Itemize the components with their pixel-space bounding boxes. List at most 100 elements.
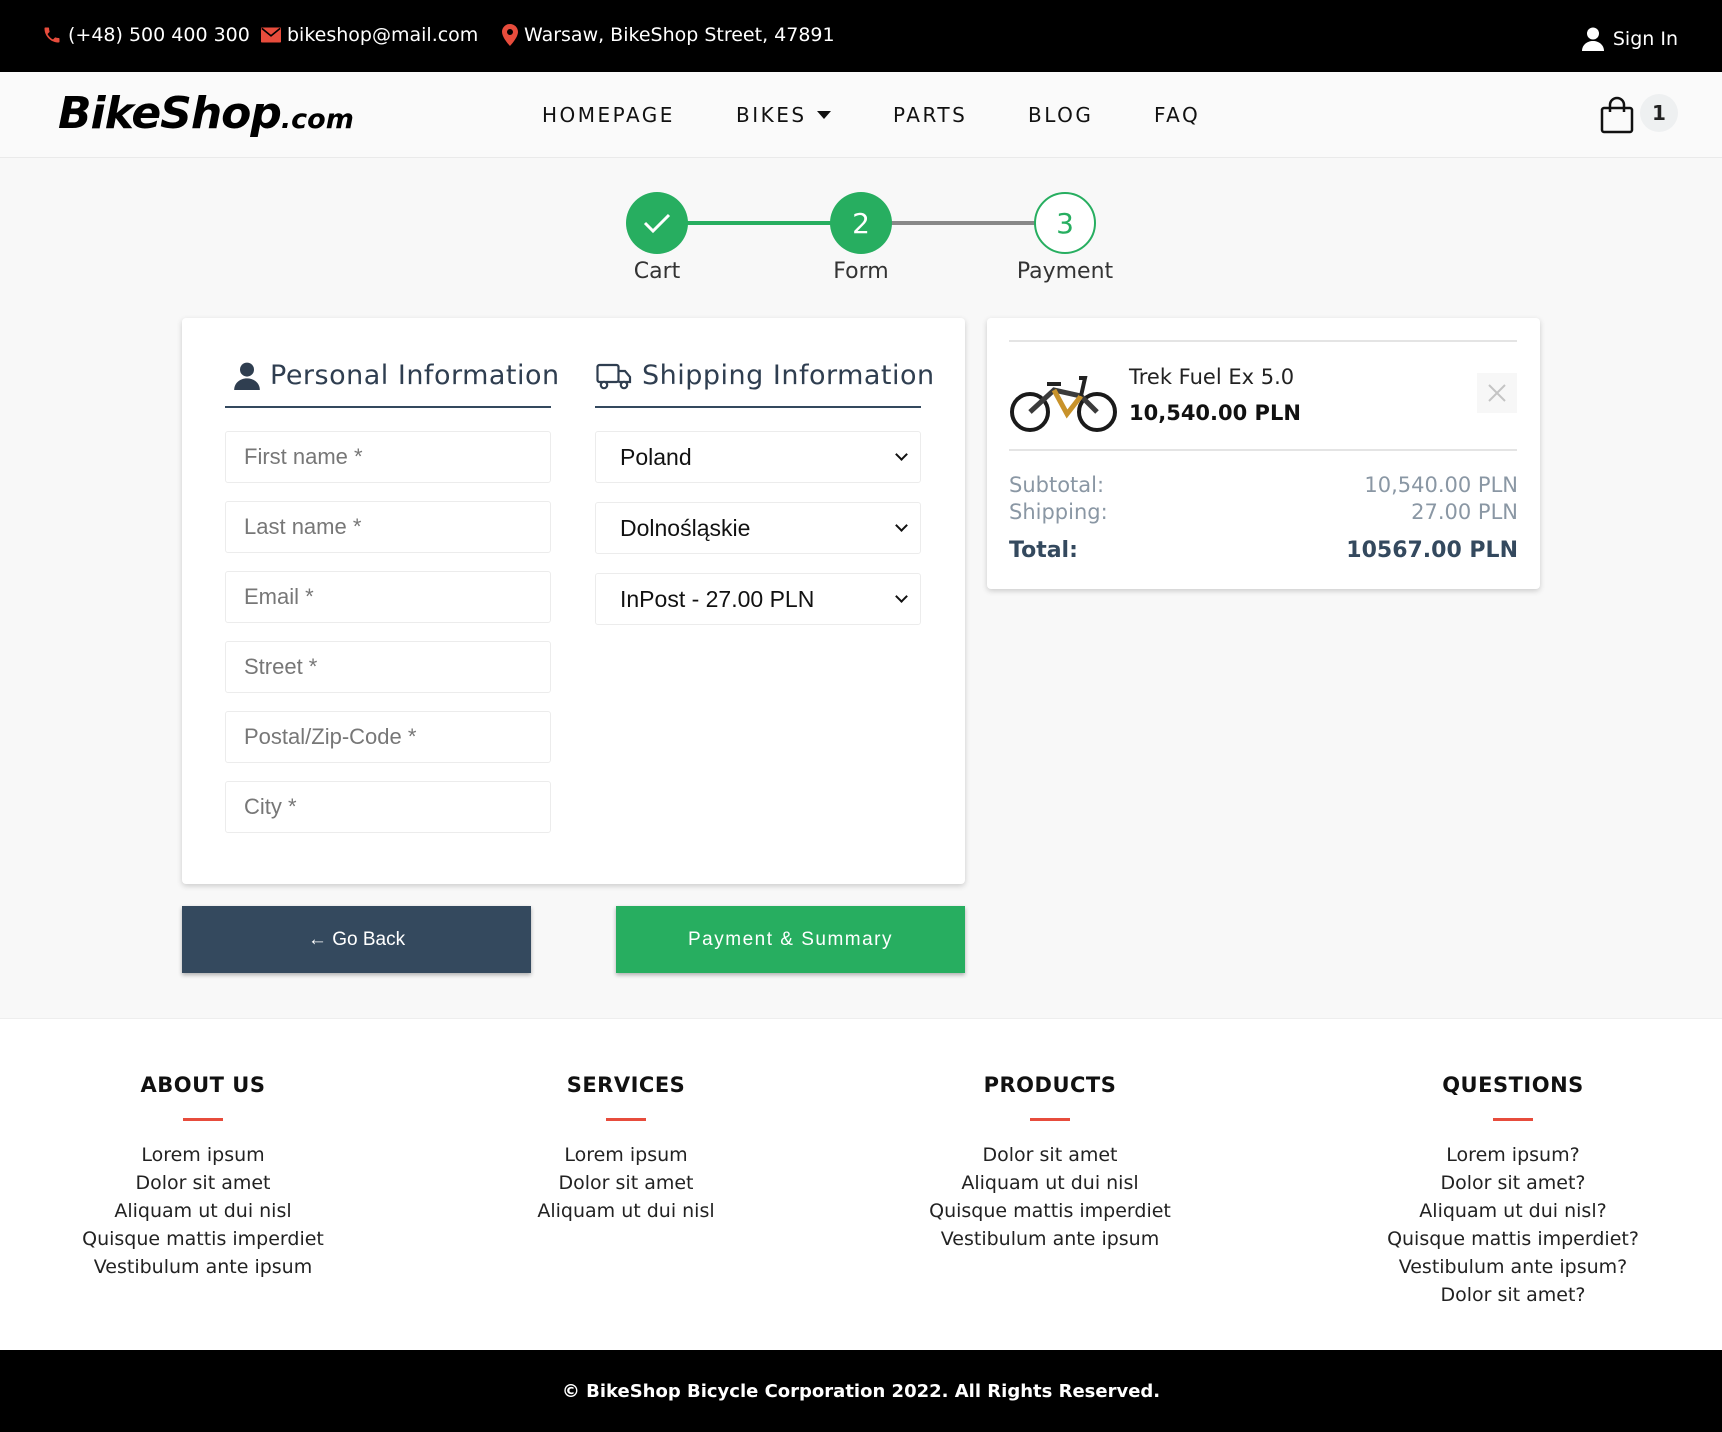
- footer-column-about: ABOUT US Lorem ipsum Dolor sit amet Aliq…: [23, 1073, 383, 1281]
- cart-count-badge: 1: [1640, 94, 1678, 132]
- summary-divider-top: [1009, 340, 1517, 342]
- footer-link[interactable]: Lorem ipsum?: [1333, 1141, 1693, 1169]
- logo-main: BikeShop: [58, 88, 282, 139]
- personal-info-title-text: Personal Information: [270, 360, 560, 391]
- email-field[interactable]: Email *: [225, 571, 551, 623]
- country-value: Poland: [620, 443, 692, 470]
- main-navbar: BikeShop.com HOMEPAGE BIKES PARTS BLOG F…: [0, 72, 1722, 158]
- address-contact: Warsaw, BikeShop Street, 47891: [502, 24, 835, 46]
- footer-link[interactable]: Vestibulum ante ipsum?: [1333, 1253, 1693, 1281]
- shipping-label: Shipping:: [1009, 500, 1108, 524]
- footer-link[interactable]: Dolor sit amet: [446, 1169, 806, 1197]
- step-form-circle: 2: [830, 192, 892, 254]
- footer-link[interactable]: Aliquam ut dui nisl?: [1333, 1197, 1693, 1225]
- shipping-method-select[interactable]: InPost - 27.00 PLN: [595, 573, 921, 625]
- footer-column-title: QUESTIONS: [1442, 1073, 1584, 1097]
- step-payment-circle: 3: [1034, 192, 1096, 254]
- stepper-connector-2: [891, 221, 1035, 225]
- step-payment-label: Payment: [1016, 259, 1114, 284]
- subtotal-value: 10,540.00 PLN: [1364, 473, 1518, 497]
- close-icon: [1488, 384, 1506, 402]
- personal-info-rule: [225, 406, 551, 408]
- shopping-bag-icon[interactable]: [1600, 96, 1634, 134]
- footer-title-accent: [1493, 1118, 1533, 1121]
- footer-link[interactable]: Dolor sit amet?: [1333, 1169, 1693, 1197]
- product-price: 10,540.00 PLN: [1129, 401, 1301, 425]
- footer-link[interactable]: Dolor sit amet?: [1333, 1281, 1693, 1309]
- step-cart-circle: [626, 192, 688, 254]
- subtotal-label: Subtotal:: [1009, 473, 1105, 497]
- sign-in-link[interactable]: Sign In: [1581, 27, 1678, 51]
- footer-link[interactable]: Quisque mattis imperdiet?: [1333, 1225, 1693, 1253]
- footer-link[interactable]: Dolor sit amet: [870, 1141, 1230, 1169]
- chevron-down-icon: [895, 448, 908, 461]
- footer-link[interactable]: Aliquam ut dui nisl: [23, 1197, 383, 1225]
- footer-link[interactable]: Dolor sit amet: [23, 1169, 383, 1197]
- payment-summary-button[interactable]: Payment & Summary: [616, 906, 965, 973]
- summary-divider-bottom: [1009, 449, 1517, 451]
- footer-link[interactable]: Vestibulum ante ipsum: [870, 1225, 1230, 1253]
- caret-down-icon: [816, 111, 831, 119]
- footer-link[interactable]: Vestibulum ante ipsum: [23, 1253, 383, 1281]
- shipping-info-title: Shipping Information: [596, 360, 935, 391]
- site-logo[interactable]: BikeShop.com: [58, 88, 354, 139]
- nav-bikes[interactable]: BIKES: [736, 103, 831, 127]
- footer-link[interactable]: Quisque mattis imperdiet: [23, 1225, 383, 1253]
- location-pin-icon: [502, 24, 518, 46]
- shipping-info-title-text: Shipping Information: [642, 360, 935, 391]
- product-name: Trek Fuel Ex 5.0: [1129, 365, 1295, 389]
- chevron-down-icon: [895, 590, 908, 603]
- personal-info-title: Personal Information: [234, 360, 560, 391]
- footer-title-accent: [1030, 1118, 1070, 1121]
- total-label: Total:: [1009, 538, 1078, 563]
- footer-link[interactable]: Lorem ipsum: [446, 1141, 806, 1169]
- region-select[interactable]: Dolnośląskie: [595, 502, 921, 554]
- nav-faq[interactable]: FAQ: [1154, 103, 1200, 127]
- footer-column-title: SERVICES: [566, 1073, 686, 1097]
- footer-column-title: ABOUT US: [140, 1073, 266, 1097]
- bike-product-image: [1010, 376, 1117, 432]
- stepper-connector-1: [687, 221, 831, 225]
- street-field[interactable]: Street *: [225, 641, 551, 693]
- site-footer: ABOUT US Lorem ipsum Dolor sit amet Aliq…: [0, 1018, 1722, 1350]
- email-text: bikeshop@mail.com: [287, 24, 479, 46]
- go-back-button[interactable]: ← Go Back: [182, 906, 531, 973]
- copyright-text: © BikeShop Bicycle Corporation 2022. All…: [561, 1380, 1161, 1402]
- city-field[interactable]: City *: [225, 781, 551, 833]
- shipping-value: 27.00 PLN: [1411, 500, 1518, 524]
- country-select[interactable]: Poland: [595, 431, 921, 483]
- footer-link[interactable]: Quisque mattis imperdiet: [870, 1197, 1230, 1225]
- step-cart-label: Cart: [633, 259, 681, 284]
- logo-suffix: .com: [280, 104, 354, 135]
- region-value: Dolnośląskie: [620, 514, 751, 541]
- footer-link[interactable]: Aliquam ut dui nisl: [870, 1169, 1230, 1197]
- phone-text: (+48) 500 400 300: [68, 24, 250, 46]
- top-bar: (+48) 500 400 300 bikeshop@mail.com Wars…: [0, 0, 1722, 72]
- nav-parts[interactable]: PARTS: [893, 103, 967, 127]
- footer-link[interactable]: Aliquam ut dui nisl: [446, 1197, 806, 1225]
- remove-item-button[interactable]: [1477, 373, 1517, 413]
- footer-column-services: SERVICES Lorem ipsum Dolor sit amet Aliq…: [446, 1073, 806, 1225]
- first-name-field[interactable]: First name *: [225, 431, 551, 483]
- postal-code-field[interactable]: Postal/Zip-Code *: [225, 711, 551, 763]
- footer-column-questions: QUESTIONS Lorem ipsum? Dolor sit amet? A…: [1333, 1073, 1693, 1309]
- shipping-method-value: InPost - 27.00 PLN: [620, 585, 815, 612]
- footer-title-accent: [606, 1118, 646, 1121]
- nav-bikes-label: BIKES: [736, 103, 807, 127]
- phone-contact[interactable]: (+48) 500 400 300: [42, 24, 250, 46]
- nav-homepage[interactable]: HOMEPAGE: [542, 103, 675, 127]
- copyright-bar: © BikeShop Bicycle Corporation 2022. All…: [0, 1350, 1722, 1432]
- nav-blog[interactable]: BLOG: [1028, 103, 1093, 127]
- total-value: 10567.00 PLN: [1346, 538, 1518, 563]
- user-icon: [234, 362, 260, 390]
- footer-title-accent: [183, 1118, 223, 1121]
- footer-link[interactable]: Lorem ipsum: [23, 1141, 383, 1169]
- email-contact[interactable]: bikeshop@mail.com: [261, 24, 478, 46]
- checkout-form-card: Personal Information Shipping Informatio…: [182, 318, 965, 884]
- order-summary-card: Trek Fuel Ex 5.0 10,540.00 PLN Subtotal:…: [987, 318, 1540, 589]
- address-text: Warsaw, BikeShop Street, 47891: [524, 24, 835, 46]
- truck-icon: [596, 363, 632, 389]
- footer-column-products: PRODUCTS Dolor sit amet Aliquam ut dui n…: [870, 1073, 1230, 1253]
- last-name-field[interactable]: Last name *: [225, 501, 551, 553]
- step-form-label: Form: [833, 259, 889, 284]
